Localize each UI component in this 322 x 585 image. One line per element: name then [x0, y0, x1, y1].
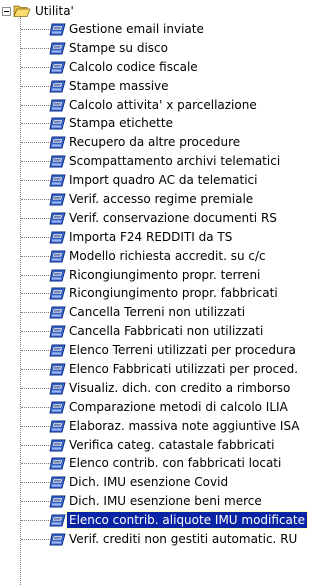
tree-item[interactable]: Elaboraz. massiva note aggiuntive ISA	[0, 417, 322, 436]
tree-item[interactable]: Elenco contrib. aliquote IMU modificate	[0, 511, 322, 530]
tree-item-label: Gestione email inviate	[69, 22, 204, 36]
tree-item-label: Elenco contrib. aliquote IMU modificate	[66, 511, 308, 530]
tree-item-label: Stampe su disco	[69, 40, 168, 55]
tree-item-label: Import quadro AC da telematici	[69, 173, 258, 188]
tree-item[interactable]: Gestione email inviate	[0, 20, 322, 39]
tree-item-label: Importa F24 REDDITI da TS	[69, 229, 233, 244]
tree-item[interactable]: Elenco contrib. con fabbricati locati	[0, 454, 322, 473]
procedure-icon	[49, 174, 66, 187]
procedure-icon	[49, 495, 66, 508]
procedure-icon	[49, 420, 66, 433]
tree-item[interactable]: Dich. IMU esenzione beni merce	[0, 492, 322, 511]
tree-item-label: Dich. IMU esenzione Covid	[69, 475, 229, 490]
folder-open-icon	[13, 5, 31, 17]
tree-item-label: Visualiz. dich. con credito a rimborso	[69, 380, 291, 395]
tree-item-label: Scompattamento archivi telematici	[69, 154, 281, 169]
procedure-icon	[49, 61, 66, 74]
tree-item[interactable]: Modello richiesta accredit. su c/c	[0, 247, 322, 266]
procedure-icon	[49, 118, 66, 130]
procedure-icon	[49, 533, 66, 546]
tree-item-label: Recupero da altre procedure	[69, 135, 241, 150]
procedure-icon	[49, 23, 66, 36]
collapse-icon[interactable]	[2, 6, 11, 16]
procedure-icon	[49, 401, 66, 414]
procedure-icon	[49, 476, 66, 489]
tree-item[interactable]: Recupero da altre procedure	[0, 133, 322, 152]
tree-item-label: Stampe massive	[69, 78, 169, 93]
tree-item[interactable]: Import quadro AC da telematici	[0, 171, 322, 190]
procedure-icon	[49, 136, 66, 149]
tree-item[interactable]: Calcolo codice fiscale	[0, 58, 322, 77]
tree-item[interactable]: Comparazione metodi di calcolo ILIA	[0, 398, 322, 417]
procedure-icon	[49, 458, 66, 470]
tree-item[interactable]: Calcolo attivita' x parcellazione	[0, 96, 322, 115]
procedure-icon	[49, 514, 66, 527]
tree-item[interactable]: Elenco Fabbricati utilizzati per proced.	[0, 360, 322, 379]
tree-item[interactable]: Stampe su disco	[0, 39, 322, 58]
tree-item-label: Verif. accesso regime premiale	[69, 192, 254, 207]
tree-item[interactable]: Verif. crediti non gestiti automatic. RU	[0, 530, 322, 549]
tree-item-label: Verifica categ. catastale fabbricati	[69, 437, 275, 452]
tree-item-label: Stampa etichette	[69, 116, 173, 131]
tree-item-label: Cancella Terreni non utilizzati	[69, 305, 246, 320]
tree-item-label: Ricongiungimento propr. terreni	[69, 267, 261, 282]
procedure-icon	[49, 80, 66, 93]
tree-item[interactable]: Verif. accesso regime premiale	[0, 190, 322, 209]
tree-item[interactable]: Visualiz. dich. con credito a rimborso	[0, 379, 322, 398]
tree-item[interactable]: Cancella Terreni non utilizzati	[0, 303, 322, 322]
tree-item[interactable]: Importa F24 REDDITI da TS	[0, 228, 322, 247]
tree-item-label: Elenco Terreni utilizzati per procedura	[69, 343, 296, 358]
tree-item-label: Cancella Fabbricati non utilizzati	[69, 324, 264, 339]
procedure-icon	[49, 212, 66, 225]
procedure-tree: Utilita' Gestione email inviate Stampe su…	[0, 0, 322, 585]
tree-item[interactable]: Scompattamento archivi telematici	[0, 152, 322, 171]
procedure-icon	[49, 363, 66, 376]
tree-item[interactable]: Stampa etichette	[0, 114, 322, 133]
procedure-icon	[49, 231, 66, 244]
procedure-icon	[49, 155, 66, 168]
tree-item[interactable]: Verifica categ. catastale fabbricati	[0, 436, 322, 455]
tree-item-label: Ricongiungimento propr. fabbricati	[69, 286, 278, 301]
tree-item[interactable]: Ricongiungimento propr. fabbricati	[0, 284, 322, 303]
procedure-icon	[49, 42, 66, 55]
procedure-icon	[49, 193, 66, 206]
tree-node-utilita[interactable]: Utilita'	[2, 2, 74, 20]
tree-item[interactable]: Dich. IMU esenzione Covid	[0, 473, 322, 492]
tree-item[interactable]: Verif. conservazione documenti RS	[0, 209, 322, 228]
procedure-icon	[49, 269, 66, 282]
tree-item-label: Calcolo attivita' x parcellazione	[69, 97, 257, 112]
tree-children: Gestione email inviate Stampe su disco Cal…	[0, 20, 322, 549]
tree-item-label: Modello richiesta accredit. su c/c	[69, 248, 266, 263]
tree-item[interactable]: Elenco Terreni utilizzati per procedura	[0, 341, 322, 360]
tree-item-label: Elaboraz. massiva note aggiuntive ISA	[69, 418, 300, 433]
tree-item-label: Verif. conservazione documenti RS	[69, 210, 277, 225]
procedure-icon	[49, 439, 66, 452]
procedure-icon	[49, 250, 66, 263]
procedure-icon	[49, 306, 66, 319]
procedure-icon	[49, 344, 66, 357]
procedure-icon	[49, 99, 66, 112]
tree-item[interactable]: Ricongiungimento propr. terreni	[0, 266, 322, 285]
tree-item[interactable]: Cancella Fabbricati non utilizzati	[0, 322, 322, 341]
procedure-icon	[49, 288, 66, 300]
tree-item-label: Verif. crediti non gestiti automatic. RU	[69, 532, 298, 547]
tree-item-label: Calcolo codice fiscale	[69, 59, 198, 74]
procedure-icon	[49, 325, 66, 338]
tree-node-label: Utilita'	[35, 4, 74, 18]
tree-item-label: Elenco contrib. con fabbricati locati	[69, 456, 282, 471]
tree-item-label: Dich. IMU esenzione beni merce	[69, 494, 262, 509]
tree-item[interactable]: Stampe massive	[0, 77, 322, 96]
procedure-icon	[49, 382, 66, 395]
tree-item-label: Elenco Fabbricati utilizzati per proced.	[69, 362, 299, 377]
tree-item-label: Comparazione metodi di calcolo ILIA	[69, 399, 288, 414]
